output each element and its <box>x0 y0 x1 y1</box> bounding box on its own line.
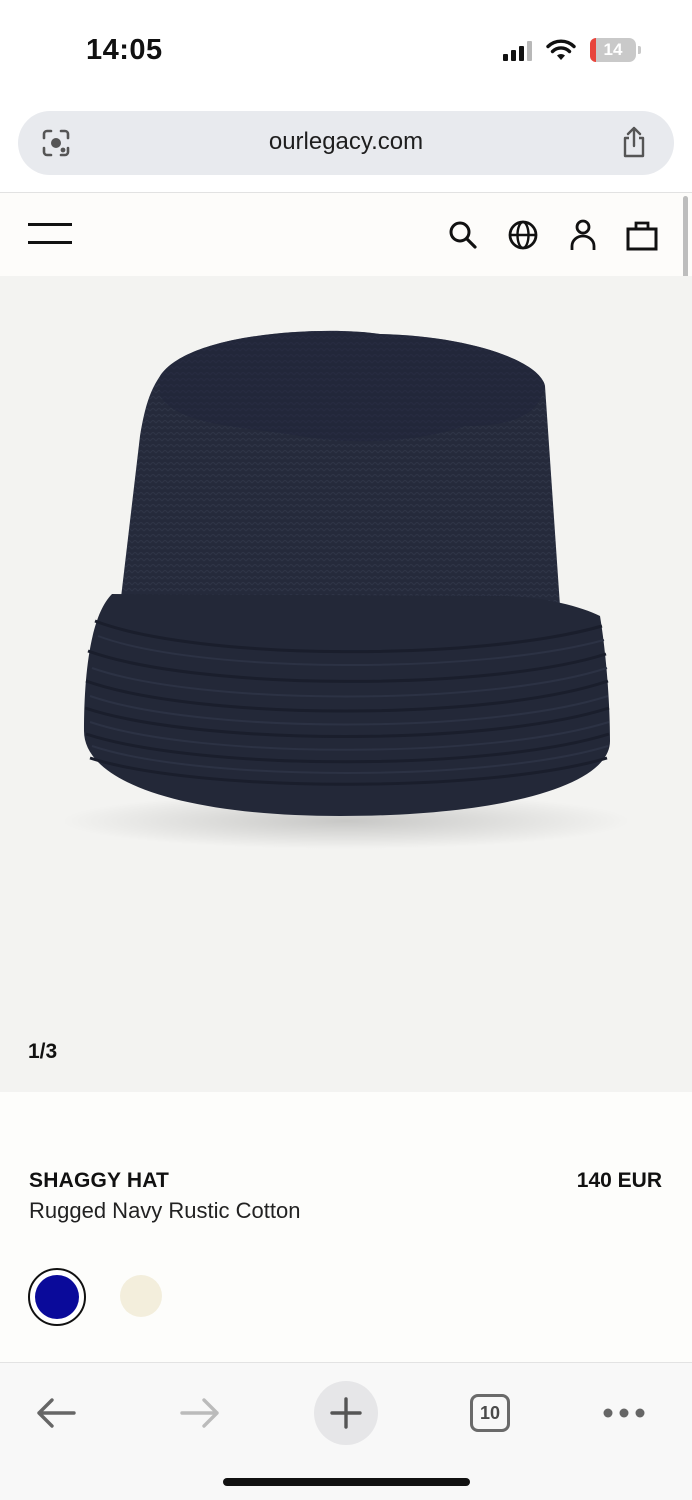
new-tab-button[interactable] <box>314 1381 378 1445</box>
swatch-navy[interactable] <box>28 1268 86 1326</box>
product-info <box>0 1092 692 1362</box>
image-counter: 1/3 <box>28 1040 58 1063</box>
forward-button[interactable] <box>168 1381 232 1445</box>
home-indicator[interactable] <box>223 1478 470 1486</box>
tabs-icon: 10 <box>470 1394 510 1432</box>
back-button[interactable] <box>24 1381 88 1445</box>
share-icon[interactable] <box>618 125 650 159</box>
battery-level: 14 <box>603 40 623 59</box>
status-icons: 14 <box>503 38 641 62</box>
product-name: SHAGGY HAT <box>29 1169 170 1192</box>
more-button[interactable] <box>592 1381 656 1445</box>
forward-arrow-icon <box>180 1398 219 1428</box>
status-time: 14:05 <box>86 34 163 66</box>
back-arrow-icon <box>37 1398 76 1428</box>
product-price: 140 EUR <box>576 1169 662 1192</box>
site-header <box>0 193 692 276</box>
account-icon[interactable] <box>566 218 600 252</box>
signal-icon <box>503 39 532 61</box>
status-bar: 14:05 14 <box>0 0 692 100</box>
menu-icon[interactable] <box>28 223 72 247</box>
product-image[interactable] <box>0 276 692 1092</box>
tabs-button[interactable]: 10 <box>458 1381 522 1445</box>
plus-icon <box>330 1397 362 1429</box>
hat-image <box>61 330 631 849</box>
url-text[interactable]: ourlegacy.com <box>18 128 674 156</box>
bag-icon[interactable] <box>625 218 659 252</box>
address-bar[interactable]: ourlegacy.com <box>18 111 674 175</box>
battery-icon: 14 <box>590 38 641 62</box>
search-icon[interactable] <box>446 218 480 252</box>
globe-icon[interactable] <box>506 218 540 252</box>
product-color-name: Rugged Navy Rustic Cotton <box>29 1198 301 1223</box>
wifi-icon <box>546 39 576 60</box>
more-icon <box>603 1408 645 1418</box>
swatch-cream[interactable] <box>120 1275 162 1317</box>
